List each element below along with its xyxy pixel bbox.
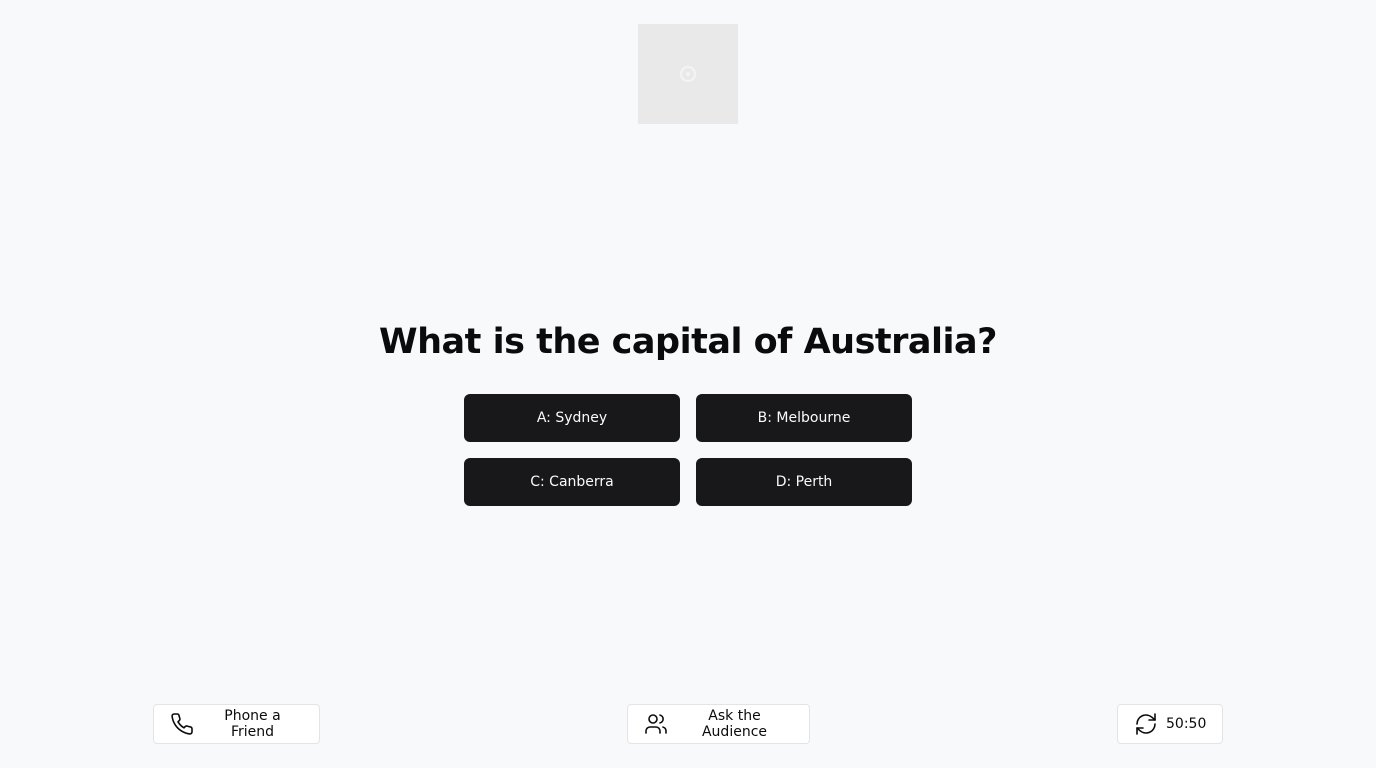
phone-icon bbox=[170, 712, 194, 736]
answer-c-button[interactable]: C: Canberra bbox=[464, 458, 680, 506]
ask-the-audience-label: Ask the Audience bbox=[701, 708, 768, 740]
phone-a-friend-button[interactable]: Phone a Friend bbox=[153, 704, 320, 744]
game-screen: What is the capital of Australia? A: Syd… bbox=[0, 0, 1376, 768]
phone-a-friend-label: Phone a Friend bbox=[224, 708, 281, 740]
answer-b-button[interactable]: B: Melbourne bbox=[696, 394, 912, 442]
fifty-fifty-label: 50:50 bbox=[1166, 716, 1207, 732]
answer-d-button[interactable]: D: Perth bbox=[696, 458, 912, 506]
answer-grid: A: Sydney B: Melbourne C: Canberra D: Pe… bbox=[464, 394, 912, 506]
ask-the-audience-button[interactable]: Ask the Audience bbox=[627, 704, 810, 744]
question-text: What is the capital of Australia? bbox=[379, 322, 997, 362]
logo-image bbox=[638, 24, 738, 124]
answer-a-button[interactable]: A: Sydney bbox=[464, 394, 680, 442]
fifty-fifty-button[interactable]: 50:50 bbox=[1117, 704, 1223, 744]
image-placeholder-icon bbox=[680, 66, 696, 82]
refresh-icon bbox=[1134, 712, 1158, 736]
users-icon bbox=[644, 712, 668, 736]
